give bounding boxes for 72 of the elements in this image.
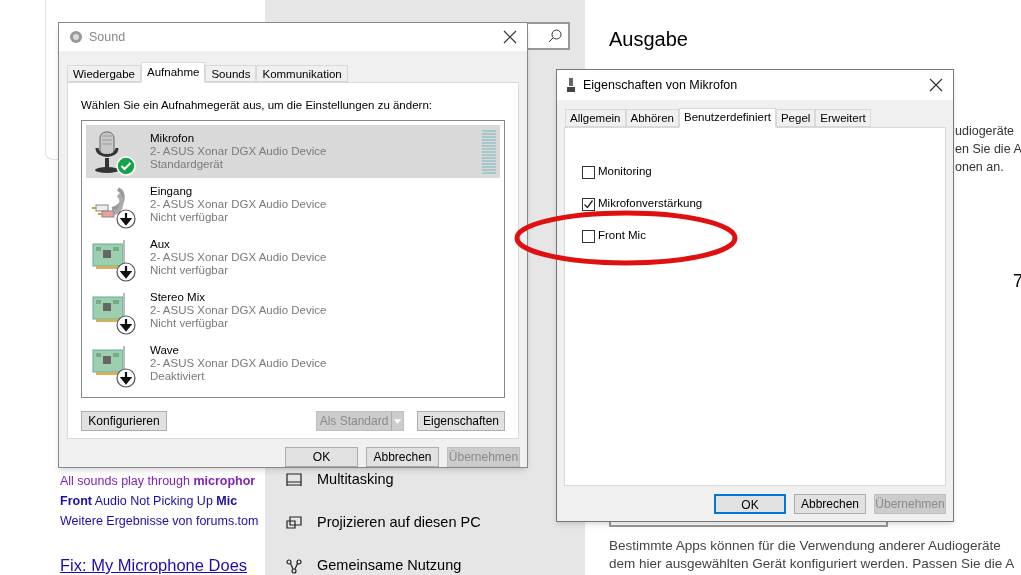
window-title: Sound xyxy=(89,28,126,46)
search-result-link[interactable]: All sounds play through microphor xyxy=(60,471,265,491)
tab[interactable]: Sounds xyxy=(205,64,257,82)
close-icon[interactable] xyxy=(503,29,517,44)
device-name: Aux xyxy=(150,238,171,252)
tab[interactable]: Aufnahme xyxy=(141,61,206,83)
down-arrow-badge-icon xyxy=(116,367,136,388)
window-title: Eigenschaften von Mikrofon xyxy=(583,76,738,94)
instruction-text: Wählen Sie ein Aufnahmegerät aus, um die Einstellungen zu ändern: xyxy=(81,97,433,113)
tab[interactable]: Kommunikation xyxy=(256,64,348,82)
device-description: 2- ASUS Xonar DGX Audio Device xyxy=(150,145,327,159)
description-line: Bestimmte Apps können für die Verwendung anderer Audiogeräte xyxy=(609,537,1002,555)
checkbox[interactable] xyxy=(582,165,595,179)
windows-icon xyxy=(285,471,303,488)
device-item[interactable]: Aux 2- ASUS Xonar DGX Audio Device Nicht verfügbar xyxy=(86,231,500,285)
dialog-button[interactable]: OK xyxy=(285,447,358,467)
tab[interactable]: Pegel xyxy=(775,109,816,127)
down-arrow-badge-icon xyxy=(116,314,136,335)
device-name: Eingang xyxy=(150,185,194,199)
device-status: Nicht verfügbar xyxy=(150,317,229,331)
device-status: Nicht verfügbar xyxy=(150,264,229,278)
checkbox-label: Front Mic xyxy=(598,228,646,244)
tab[interactable]: Allgemein xyxy=(565,109,626,127)
checkbox-label: Monitoring xyxy=(598,164,652,180)
device-name: Wave xyxy=(150,344,180,358)
dialog-button[interactable]: Abbrechen xyxy=(794,494,866,514)
close-icon[interactable] xyxy=(929,78,943,92)
device-description: 2- ASUS Xonar DGX Audio Device xyxy=(150,251,327,265)
tab[interactable]: Erweitert xyxy=(815,109,871,127)
microphone-icon xyxy=(567,78,575,92)
tab[interactable]: Benutzerdefiniert xyxy=(679,108,776,128)
device-status: Standardgerät xyxy=(150,158,224,172)
text-line: onen an. xyxy=(955,159,1005,176)
speaker-icon xyxy=(69,29,83,44)
checkmark-icon xyxy=(583,198,594,210)
device-item[interactable]: Eingang 2- ASUS Xonar DGX Audio Device Nicht verfügbar xyxy=(86,178,500,232)
checkbox[interactable] xyxy=(582,229,595,243)
text-line: udiogeräte xyxy=(955,123,1016,140)
level-meter-icon xyxy=(482,129,496,174)
tab[interactable]: Abhören xyxy=(625,109,679,127)
search-result-link[interactable]: Weitere Ergebnisse von forums.tom xyxy=(60,511,265,531)
search-icon[interactable] xyxy=(548,29,562,43)
device-name: Mikrofon xyxy=(150,132,196,146)
search-result-link[interactable]: Front Audio Not Picking Up Mic xyxy=(60,491,265,511)
device-status: Nicht verfügbar xyxy=(150,211,229,225)
checkbox-label: Mikrofonverstärkung xyxy=(598,196,703,212)
nav-item[interactable]: Multitasking xyxy=(317,470,394,489)
device-description: 2- ASUS Xonar DGX Audio Device xyxy=(150,198,327,212)
dialog-button[interactable]: OK xyxy=(714,494,786,514)
device-item[interactable]: Mikrofon 2- ASUS Xonar DGX Audio Device Standardgerät xyxy=(86,125,500,179)
result-title-link[interactable]: Fix: My Microphone Does xyxy=(60,555,265,575)
tab[interactable]: Wiedergabe xyxy=(67,64,141,82)
nav-item[interactable]: Gemeinsame Nutzung xyxy=(317,556,462,575)
device-status: Deaktiviert xyxy=(150,370,206,384)
dialog-button[interactable]: Abbrechen xyxy=(366,447,439,467)
down-arrow-badge-icon xyxy=(116,208,136,229)
properties-button[interactable]: Eigenschaften xyxy=(417,411,505,432)
description-line: dem hier ausgewählten Gerät konfiguriert werden. Passen Sie die A xyxy=(609,555,1016,573)
device-item[interactable]: Stereo Mix 2- ASUS Xonar DGX Audio Device Nicht verfügbar xyxy=(86,284,500,338)
device-description: 2- ASUS Xonar DGX Audio Device xyxy=(150,357,327,371)
nav-item[interactable]: Projizieren auf diesen PC xyxy=(317,513,481,532)
section-title: Ausgabe xyxy=(609,27,689,52)
device-name: Stereo Mix xyxy=(150,291,206,305)
device-item[interactable]: Wave 2- ASUS Xonar DGX Audio Device Deaktiviert xyxy=(86,337,500,391)
device-description: 2- ASUS Xonar DGX Audio Device xyxy=(150,304,327,318)
down-arrow-badge-icon xyxy=(116,261,136,282)
monitor-icon xyxy=(285,514,303,531)
configure-button[interactable]: Konfigurieren xyxy=(81,411,167,432)
share-icon xyxy=(285,557,303,574)
text-line: en Sie die A xyxy=(955,141,1021,158)
check-badge-icon xyxy=(116,155,136,176)
checkbox[interactable] xyxy=(582,197,595,211)
